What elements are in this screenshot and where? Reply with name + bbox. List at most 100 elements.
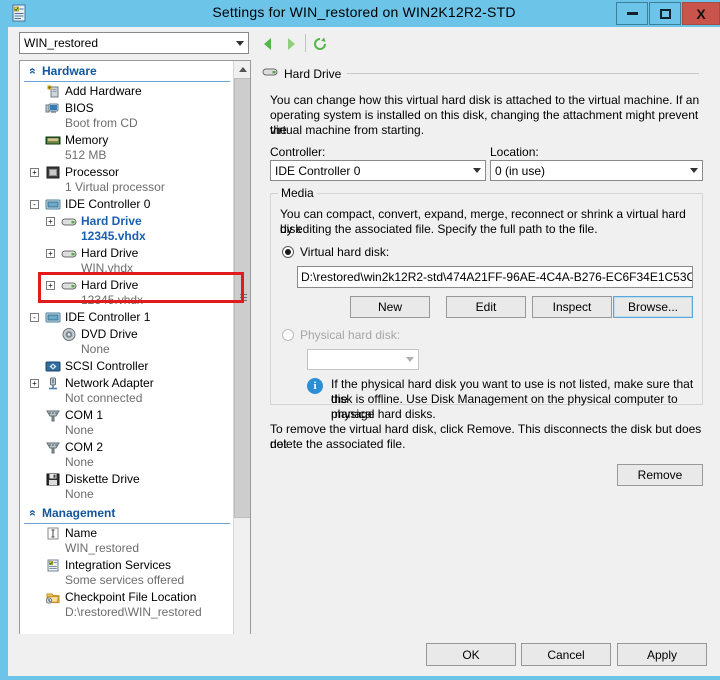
ide-controller-icon — [45, 310, 61, 325]
tree-item-sublabel: None — [65, 423, 94, 437]
media-group: Media You can compact, convert, expand, … — [270, 186, 703, 421]
window-title: Settings for WIN_restored on WIN2K12R2-S… — [212, 4, 516, 20]
tree-item-label: Hard Drive — [81, 246, 139, 260]
chevron-down-icon — [468, 168, 485, 173]
dvd-drive-icon — [61, 327, 77, 342]
collapse-icon[interactable]: - — [30, 200, 39, 209]
toolbar-separator — [305, 34, 306, 52]
scrollbar-thumb[interactable] — [234, 78, 250, 518]
edit-button[interactable]: Edit — [446, 296, 526, 318]
tree-item-sublabel: Not connected — [65, 391, 143, 405]
tree-content: «Hardware Add Hardware BIOS Boot from CD Mem… — [20, 61, 234, 654]
location-select[interactable]: 0 (in use) — [490, 160, 703, 181]
dialog-client: WIN_restored «Hardware Add Hardware BIOS Bo… — [8, 27, 720, 676]
expand-icon[interactable]: + — [46, 217, 55, 226]
physical-hard-disk-label: Physical hard disk: — [300, 328, 401, 342]
tree-item-label: Hard Drive — [81, 214, 142, 228]
tree-item-label: COM 1 — [65, 408, 104, 422]
close-button[interactable]: X — [682, 2, 720, 25]
tree-item-ide-controller-1[interactable]: - IDE Controller 1 — [20, 309, 234, 326]
tree-item-processor[interactable]: + Processor 1 Virtual processor — [20, 164, 234, 196]
controller-select[interactable]: IDE Controller 0 — [270, 160, 486, 181]
tree-item-sublabel: None — [65, 455, 94, 469]
back-arrow-icon[interactable] — [260, 36, 276, 52]
tree-group-header-management[interactable]: «Management — [24, 503, 230, 524]
scroll-grip-icon — [240, 294, 247, 303]
tree-item-label: BIOS — [65, 101, 94, 115]
tree-item-label: IDE Controller 0 — [65, 197, 151, 211]
tree-item-dvd-drive[interactable]: DVD Drive None — [20, 326, 234, 358]
tree-item-sublabel: Some services offered — [65, 573, 185, 587]
tree-item-name[interactable]: Name WIN_restored — [20, 525, 234, 557]
virtual-hard-disk-radio[interactable]: Virtual hard disk: — [282, 245, 389, 259]
title-bar: Settings for WIN_restored on WIN2K12R2-S… — [4, 0, 720, 27]
tree-item-com-2[interactable]: COM 2 None — [20, 439, 234, 471]
hardware-tree[interactable]: «Hardware Add Hardware BIOS Boot from CD Mem… — [19, 60, 251, 655]
close-icon: X — [696, 5, 706, 22]
minimize-icon — [626, 12, 638, 15]
intro-line-3: virtual machine from starting. — [270, 123, 425, 137]
maximize-button[interactable] — [649, 2, 681, 25]
browse-button[interactable]: Browse... — [613, 296, 693, 318]
forward-arrow-icon[interactable] — [283, 36, 299, 52]
toolbar: WIN_restored — [8, 27, 720, 60]
vm-selector[interactable]: WIN_restored — [19, 32, 249, 54]
expand-icon[interactable]: + — [46, 281, 55, 290]
tree-item-label: Add Hardware — [65, 84, 142, 98]
expand-icon[interactable]: + — [30, 379, 39, 388]
tree-item-ide-controller-0[interactable]: - IDE Controller 0 — [20, 196, 234, 213]
section-header: Hard Drive — [262, 66, 699, 81]
tree-item-sublabel: WIN_restored — [65, 541, 140, 555]
controller-label: Controller: — [270, 145, 326, 159]
hard-drive-icon — [61, 246, 77, 261]
ok-button[interactable]: OK — [426, 643, 516, 666]
tree-item-network-adapter[interactable]: + Network Adapter Not connected — [20, 375, 234, 407]
remove-button[interactable]: Remove — [617, 464, 703, 486]
tree-item-scsi-controller[interactable]: SCSI Controller — [20, 358, 234, 375]
tree-item-memory[interactable]: Memory 512 MB — [20, 132, 234, 164]
tree-item-com-1[interactable]: COM 1 None — [20, 407, 234, 439]
section-rule — [347, 73, 699, 74]
scroll-up-icon[interactable] — [234, 61, 250, 78]
tree-item-add-hardware[interactable]: Add Hardware — [20, 83, 234, 100]
vhd-path-input[interactable]: D:\restored\win2k12R2-std\474A21FF-96AE-… — [297, 266, 693, 288]
apply-button[interactable]: Apply — [617, 643, 707, 666]
ide-controller-icon — [45, 197, 61, 212]
hard-drive-settings-panel: Hard Drive You can change how this virtu… — [262, 60, 709, 655]
radio-dot-icon — [282, 329, 294, 341]
tree-item-checkpoint-file-location[interactable]: Checkpoint File Location D:\restored\WIN_… — [20, 589, 234, 621]
scrollbar-track[interactable] — [234, 78, 250, 637]
tree-item-diskette-drive[interactable]: Diskette Drive None — [20, 471, 234, 503]
tree-group-header-hardware[interactable]: «Hardware — [24, 61, 230, 82]
minimize-button[interactable] — [616, 2, 648, 25]
collapse-icon[interactable]: - — [30, 313, 39, 322]
controller-value: IDE Controller 0 — [275, 163, 361, 178]
media-desc-line-2: by editing the associated file. Specify … — [280, 222, 598, 236]
vhd-path-value: D:\restored\win2k12R2-std\474A21FF-96AE-… — [301, 270, 693, 284]
tree-item-sublabel: 1 Virtual processor — [65, 180, 165, 194]
tree-item-label: Memory — [65, 133, 109, 147]
scsi-controller-icon — [45, 359, 61, 374]
media-legend: Media — [278, 186, 317, 200]
cancel-button[interactable]: Cancel — [521, 643, 611, 666]
hard-drive-icon — [61, 278, 77, 293]
tree-item-sublabel: 12345.vhdx — [81, 229, 146, 243]
inspect-button[interactable]: Inspect — [532, 296, 612, 318]
tree-item-hard-drive[interactable]: + Hard Drive 12345.vhdx — [20, 213, 234, 245]
tree-item-integration-services[interactable]: Integration Services Some services offere… — [20, 557, 234, 589]
tree-item-hard-drive[interactable]: + Hard Drive WIN.vhdx — [20, 245, 234, 277]
new-button[interactable]: New — [350, 296, 430, 318]
physical-info-line-3: physical hard disks. — [331, 407, 436, 421]
physical-disk-select[interactable] — [307, 349, 419, 370]
settings-window: Settings for WIN_restored on WIN2K12R2-S… — [0, 0, 720, 680]
tree-item-bios[interactable]: BIOS Boot from CD — [20, 100, 234, 132]
expand-icon[interactable]: + — [46, 249, 55, 258]
refresh-icon[interactable] — [312, 36, 328, 52]
tree-scrollbar[interactable] — [233, 61, 250, 654]
checkpoint-folder-icon — [45, 590, 61, 605]
tree-item-label: Diskette Drive — [65, 472, 140, 486]
physical-hard-disk-radio[interactable]: Physical hard disk: — [282, 328, 400, 342]
tree-item-hard-drive[interactable]: + Hard Drive 12345.vhdx — [20, 277, 234, 309]
diskette-drive-icon — [45, 472, 61, 487]
expand-icon[interactable]: + — [30, 168, 39, 177]
